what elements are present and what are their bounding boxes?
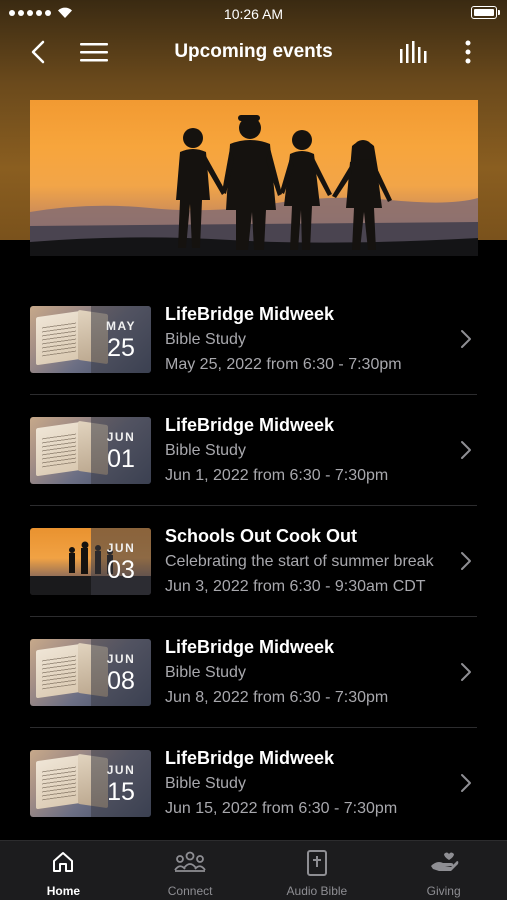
event-thumbnail: JUN 01: [30, 417, 151, 484]
event-thumbnail: JUN 03: [30, 528, 151, 595]
giving-hand-icon: [430, 852, 458, 871]
tab-home[interactable]: Home: [0, 841, 127, 900]
status-time: 10:26 AM: [223, 6, 284, 22]
chevron-right-icon: [461, 552, 471, 570]
home-icon: [53, 852, 74, 872]
nav-bar: Upcoming events: [0, 30, 507, 74]
event-row[interactable]: JUN 01 LifeBridge Midweek Bible Study Ju…: [0, 395, 507, 506]
date-month: JUN: [106, 652, 136, 666]
event-row[interactable]: MAY 25 LifeBridge Midweek Bible Study Ma…: [0, 284, 507, 395]
family-silhouette-image: [30, 115, 478, 256]
date-day: 03: [107, 556, 135, 584]
event-date: Jun 8, 2022 from 6:30 - 7:30pm: [165, 689, 389, 706]
date-day: 25: [107, 334, 135, 362]
hero-image: [30, 100, 478, 256]
date-month: JUN: [106, 763, 136, 777]
tab-bar: Home Connect Audio Bible Giving: [0, 840, 507, 900]
date-badge: JUN 01: [91, 417, 151, 484]
chevron-right-icon: [461, 663, 471, 681]
date-badge: JUN 15: [91, 750, 151, 817]
event-subtitle: Bible Study: [165, 442, 246, 459]
date-badge: JUN 03: [91, 528, 151, 595]
event-thumbnail: JUN 15: [30, 750, 151, 817]
event-list: MAY 25 LifeBridge Midweek Bible Study Ma…: [0, 284, 507, 839]
date-month: MAY: [105, 319, 137, 333]
battery-icon: [471, 6, 500, 19]
page-title: Upcoming events: [174, 41, 333, 62]
date-month: JUN: [106, 541, 136, 555]
event-date: Jun 1, 2022 from 6:30 - 7:30pm: [165, 467, 389, 484]
equalizer-icon: [400, 41, 427, 63]
chevron-right-icon: [461, 774, 471, 792]
date-day: 01: [107, 445, 135, 473]
back-button[interactable]: [22, 30, 54, 74]
event-row[interactable]: JUN 08 LifeBridge Midweek Bible Study Ju…: [0, 617, 507, 728]
event-title: LifeBridge Midweek: [165, 415, 335, 435]
chevron-right-icon: [461, 441, 471, 459]
event-title: LifeBridge Midweek: [165, 304, 335, 324]
event-subtitle: Bible Study: [165, 775, 246, 792]
tab-connect[interactable]: Connect: [127, 841, 254, 900]
tab-audio-bible[interactable]: Audio Bible: [254, 841, 381, 900]
date-day: 08: [107, 667, 135, 695]
stats-button[interactable]: [394, 30, 434, 74]
event-subtitle: Bible Study: [165, 664, 246, 681]
event-thumbnail: JUN 08: [30, 639, 151, 706]
people-icon: [174, 851, 206, 872]
event-date: May 25, 2022 from 6:30 - 7:30pm: [165, 356, 402, 373]
chevron-left-icon: [31, 40, 45, 64]
tab-label: Connect: [167, 884, 213, 898]
event-row[interactable]: JUN 03 Schools Out Cook Out Celebrating …: [0, 506, 507, 617]
event-thumbnail: MAY 25: [30, 306, 151, 373]
event-subtitle: Celebrating the start of summer break: [165, 553, 434, 570]
menu-button[interactable]: [76, 30, 112, 74]
event-title: Schools Out Cook Out: [165, 526, 357, 546]
tab-label: Home: [46, 884, 81, 898]
event-title: LifeBridge Midweek: [165, 637, 335, 657]
more-vertical-icon: [465, 40, 471, 64]
hamburger-icon: [80, 43, 108, 62]
event-title: LifeBridge Midweek: [165, 748, 335, 768]
event-date: Jun 15, 2022 from 6:30 - 7:30pm: [165, 800, 398, 817]
event-date: Jun 3, 2022 from 6:30 - 9:30am CDT: [165, 578, 426, 595]
date-day: 15: [107, 778, 135, 806]
tab-giving[interactable]: Giving: [380, 841, 507, 900]
date-badge: MAY 25: [91, 306, 151, 373]
date-month: JUN: [106, 430, 136, 444]
event-row[interactable]: JUN 15 LifeBridge Midweek Bible Study Ju…: [0, 728, 507, 839]
event-subtitle: Bible Study: [165, 331, 246, 348]
tab-label: Giving: [426, 884, 461, 898]
more-button[interactable]: [456, 30, 480, 74]
tab-label: Audio Bible: [286, 884, 348, 898]
bible-cross-icon: [306, 850, 327, 876]
status-bar: 10:26 AM: [0, 0, 507, 28]
date-badge: JUN 08: [91, 639, 151, 706]
chevron-right-icon: [461, 330, 471, 348]
